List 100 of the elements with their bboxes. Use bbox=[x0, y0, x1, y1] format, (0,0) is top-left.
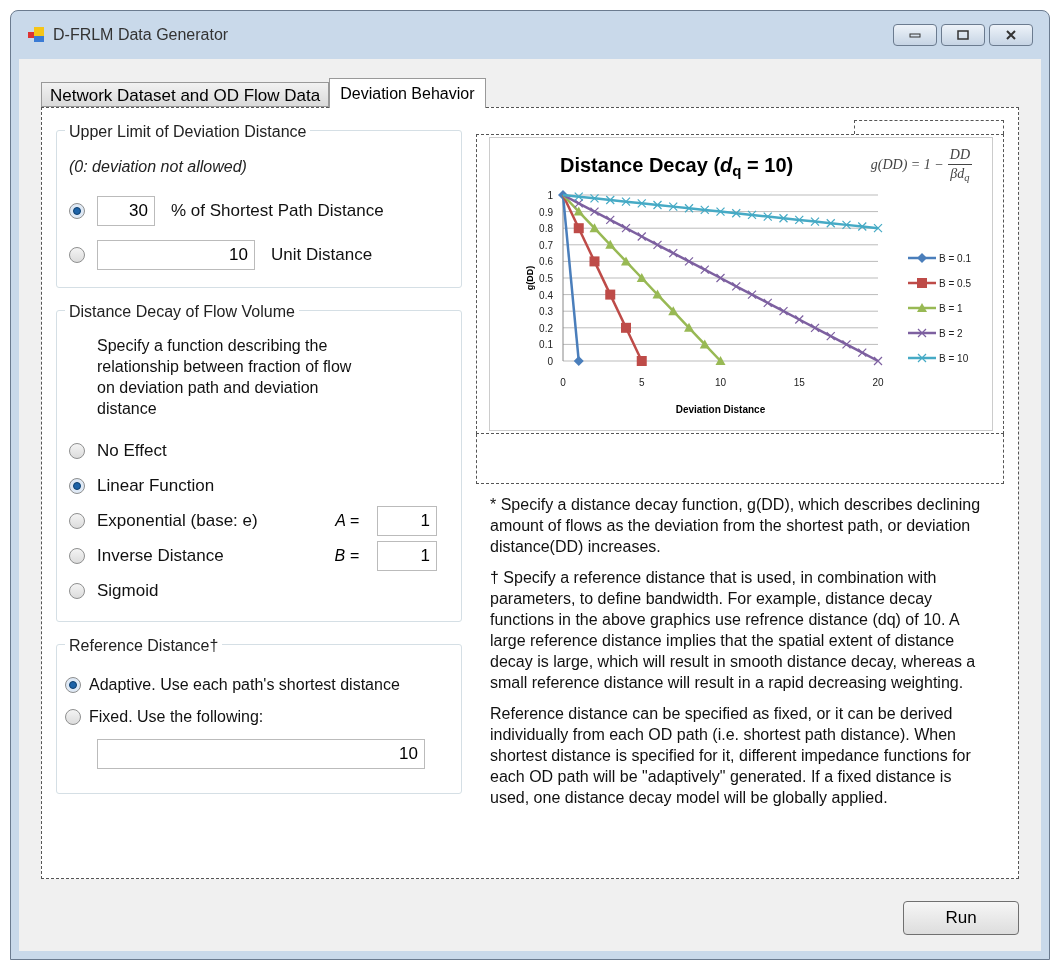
legend-label: B = 2 bbox=[939, 328, 963, 339]
tab[interactable]: Network Dataset and OD Flow Data bbox=[41, 82, 330, 107]
data-point-marker bbox=[731, 208, 741, 218]
data-point-marker bbox=[636, 356, 647, 366]
run-button[interactable]: Run bbox=[903, 901, 1019, 935]
data-point-marker bbox=[873, 356, 883, 366]
data-point-marker bbox=[700, 265, 710, 275]
close-icon bbox=[1005, 30, 1017, 40]
minimize-button[interactable] bbox=[893, 24, 937, 46]
radio-button[interactable] bbox=[69, 512, 85, 529]
data-point-marker bbox=[621, 223, 631, 233]
data-point-marker bbox=[589, 207, 600, 217]
chart-title: Distance Decay (d$_{q}$ = 10) bbox=[560, 153, 794, 180]
data-point-marker bbox=[668, 306, 679, 316]
option-label: Fixed. Use the following: bbox=[89, 707, 264, 727]
axis-title: g(DD) bbox=[525, 265, 535, 291]
data-point-marker bbox=[778, 306, 789, 316]
data-point-marker bbox=[763, 212, 773, 222]
axis-tick-label: 0.3 bbox=[539, 306, 553, 318]
data-point-marker bbox=[605, 215, 615, 225]
radio-button[interactable] bbox=[69, 247, 85, 263]
note-text: (0: deviation not allowed) bbox=[69, 157, 248, 177]
radio-button[interactable] bbox=[65, 709, 81, 725]
axis-tick-label: 0.2 bbox=[539, 322, 553, 334]
axis-tick-label: 0.9 bbox=[539, 206, 553, 218]
axis-tick-label: 10 bbox=[714, 377, 727, 388]
tab[interactable]: Deviation Behavior bbox=[329, 78, 486, 108]
text-field[interactable]: 1 bbox=[377, 505, 437, 536]
data-point-marker bbox=[763, 298, 773, 308]
data-point-marker bbox=[810, 216, 820, 227]
axis-tick-label: 0.6 bbox=[539, 256, 553, 268]
radio-button[interactable] bbox=[65, 677, 81, 693]
parameter-label: A = bbox=[333, 510, 359, 531]
legend-swatch bbox=[908, 303, 936, 312]
legend-label: B = 10 bbox=[939, 353, 969, 364]
data-point-marker bbox=[715, 273, 726, 283]
data-point-marker bbox=[841, 220, 852, 230]
legend-swatch bbox=[908, 278, 936, 288]
data-point-marker bbox=[826, 331, 836, 341]
data-point-marker bbox=[668, 202, 678, 212]
data-point-marker bbox=[826, 218, 836, 228]
data-point-marker bbox=[731, 281, 741, 291]
data-point-marker bbox=[684, 322, 694, 332]
note-paragraph: * Specify a distance decay function, g(DD), which describes declining amount of flows as the deviation from the shortest path, or deviation distance(DD) increases. bbox=[490, 495, 982, 557]
data-point-marker bbox=[637, 231, 647, 242]
data-point-marker bbox=[652, 240, 663, 250]
data-point-marker bbox=[589, 256, 600, 267]
app-icon bbox=[27, 26, 45, 44]
legend-label: B = 0.1 bbox=[939, 253, 971, 264]
data-point-marker bbox=[747, 210, 757, 220]
radio-button[interactable] bbox=[69, 442, 85, 459]
data-point-marker bbox=[573, 356, 584, 366]
description-text: Specify a function describing the relationship between fraction of flow on deviation path and deviation distance bbox=[96, 336, 353, 419]
data-point-marker bbox=[700, 205, 710, 215]
maximize-icon bbox=[957, 30, 969, 40]
data-point-marker bbox=[621, 256, 631, 266]
axis-tick-label: 0.5 bbox=[539, 273, 553, 284]
legend-label: B = 0.5 bbox=[939, 278, 971, 289]
data-point-marker bbox=[857, 348, 867, 358]
data-point-marker bbox=[715, 356, 726, 365]
data-point-marker bbox=[810, 323, 820, 333]
axis-title: Deviation Distance bbox=[675, 404, 766, 415]
minimize-icon bbox=[909, 32, 921, 38]
data-point-marker bbox=[636, 273, 647, 282]
option-label: Sigmoid bbox=[97, 579, 160, 602]
note-paragraph: Reference distance can be specified as fixed, or it can be derived individually from each OD path (i.e. shortest path distance). When shortest distance is specified for it, different impedance functions for each OD path will be "adaptively" generated. If a fixed distance is used, one distance decay model will be globally applied. bbox=[490, 704, 972, 808]
radio-button[interactable] bbox=[69, 582, 85, 599]
legend-swatch bbox=[908, 353, 936, 363]
maximize-button[interactable] bbox=[941, 24, 985, 46]
parameter-label: B = bbox=[333, 545, 359, 566]
data-point-marker bbox=[637, 198, 647, 208]
data-point-marker bbox=[778, 213, 789, 223]
legend-swatch bbox=[908, 253, 936, 263]
data-point-marker bbox=[857, 221, 867, 232]
legend-swatch bbox=[908, 328, 936, 338]
data-point-marker bbox=[605, 289, 616, 300]
data-point-marker bbox=[573, 206, 584, 216]
data-point-marker bbox=[668, 248, 678, 258]
text-field[interactable]: 30 bbox=[97, 196, 155, 226]
data-point-marker bbox=[558, 190, 568, 200]
axis-tick-label: 0.4 bbox=[539, 289, 553, 301]
radio-button[interactable] bbox=[69, 477, 85, 494]
data-point-marker bbox=[747, 290, 757, 300]
data-point-marker bbox=[589, 193, 600, 203]
data-point-marker bbox=[574, 192, 584, 202]
text-field[interactable]: 1 bbox=[377, 540, 437, 571]
data-point-marker bbox=[574, 198, 584, 208]
option-label: No Effect bbox=[97, 439, 168, 462]
text-field[interactable]: 10 bbox=[97, 739, 425, 769]
data-point-marker bbox=[873, 223, 883, 233]
axis-tick-label: 1 bbox=[547, 190, 553, 201]
axis-tick-label: 0.7 bbox=[539, 239, 553, 251]
close-button[interactable] bbox=[989, 24, 1033, 46]
data-point-marker bbox=[621, 197, 631, 207]
radio-button[interactable] bbox=[69, 547, 85, 564]
axis-tick-label: 20 bbox=[872, 377, 884, 388]
radio-button[interactable] bbox=[69, 203, 85, 219]
data-point-marker bbox=[794, 314, 804, 325]
text-field[interactable]: 10 bbox=[97, 240, 255, 270]
data-point-marker bbox=[715, 207, 726, 217]
